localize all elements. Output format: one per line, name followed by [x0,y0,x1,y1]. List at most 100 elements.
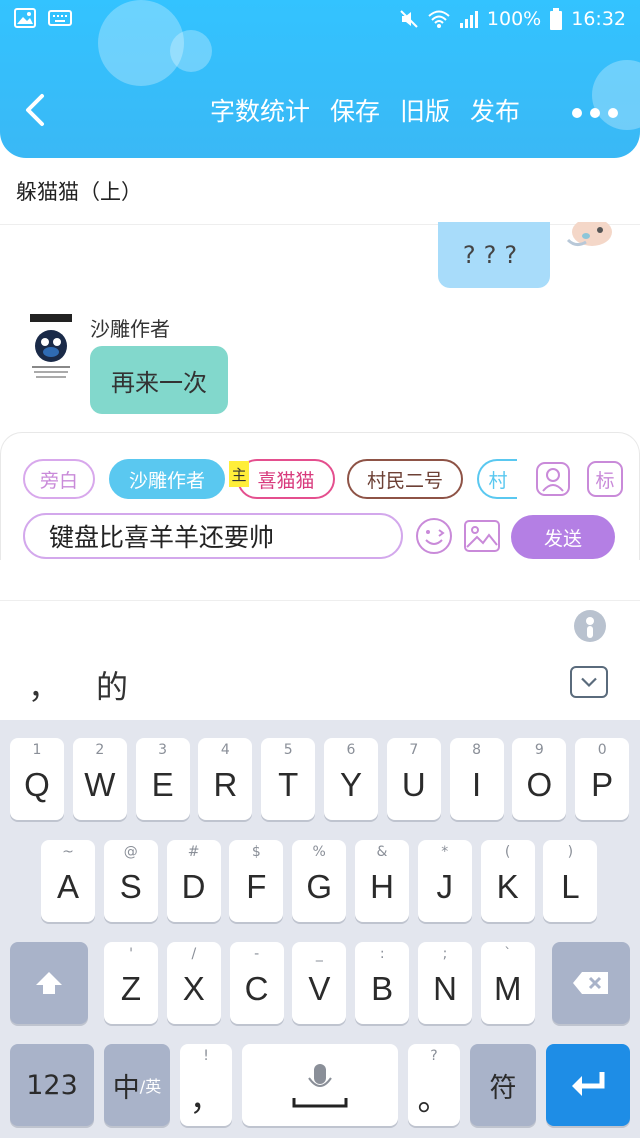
key-alt-label: ; [442,946,448,962]
key-z[interactable]: ' Z [104,942,158,1024]
numeric-key-label: 123 [26,1069,78,1101]
key-r[interactable]: 4R [198,738,253,820]
role-chip-villager-two[interactable]: 村民二号 [347,459,463,499]
key-g[interactable]: % G [292,840,347,922]
microphone-icon [292,1064,348,1108]
avatar[interactable] [556,222,620,252]
back-arrow-icon[interactable] [18,90,54,130]
avatar[interactable] [26,312,76,380]
key-alt-label: % [312,844,326,860]
period-key-label: 。 [417,1080,451,1117]
key-label: X [182,970,205,1007]
screen: 100% 16:32 字数统计 保存 旧版 发布 躲猫猫（上） ??? 沙雕作者… [0,0,640,1138]
more-icon[interactable] [572,108,618,118]
signal-icon [459,11,478,28]
comma-key[interactable]: ! ， [180,1044,232,1126]
key-s[interactable]: @ S [103,840,158,922]
key-l[interactable]: ) L [543,840,598,922]
language-switch-key[interactable]: 中/英 [104,1044,170,1126]
numeric-key[interactable]: 123 [10,1044,94,1126]
key-label: M [494,970,522,1007]
divider [0,600,640,601]
key-label: D [181,868,206,905]
key-label: Q [24,766,50,803]
collapse-keyboard-icon[interactable] [570,666,608,698]
symbol-key[interactable]: 符 [470,1044,536,1126]
message-input[interactable]: 键盘比喜羊羊还要帅 [23,513,403,559]
key-label: T [278,766,299,803]
key-alt-label: ' [129,946,133,962]
key-alt-label: / [191,946,197,962]
clock: 16:32 [571,8,626,30]
language-key-sub: /英 [139,1077,162,1096]
key-n[interactable]: ; N [418,942,472,1024]
key-label: O [526,766,553,803]
key-alt-label: $ [251,844,261,860]
tag-button[interactable]: 标 [587,461,623,497]
period-key[interactable]: ? 。 [408,1044,460,1126]
key-i[interactable]: 8I [449,738,504,820]
shift-key[interactable] [10,942,88,1024]
role-chip-ximaomao[interactable]: 喜猫猫 [237,459,335,499]
candidate-de[interactable]: 的 [96,662,128,708]
emoji-icon[interactable] [415,517,453,555]
role-chip-author[interactable]: 沙雕作者 [109,459,225,499]
key-label: A [56,868,79,905]
key-v[interactable]: _ V [292,942,347,1024]
ime-candidate-bar: ， 的 [0,602,640,720]
word-count-button[interactable]: 字数统计 [210,92,310,128]
key-h[interactable]: & H [355,840,409,922]
key-b[interactable]: :B [355,942,410,1024]
person-card-icon[interactable] [535,461,571,497]
key-y[interactable]: 6Y [324,738,378,820]
key-label: S [119,868,142,905]
backspace-key[interactable] [552,942,630,1024]
header-actions: 字数统计 保存 旧版 发布 [210,92,520,128]
key-k[interactable]: (K [480,840,535,922]
key-alt-label: 3 [158,742,168,758]
role-chip-villager[interactable]: 村 [477,459,517,499]
key-label: Z [120,970,142,1007]
key-label: E [151,766,174,803]
send-button[interactable]: 发送 [511,515,615,559]
key-t[interactable]: 5T [261,738,316,820]
key-c[interactable]: -C [229,942,284,1024]
key-alt-label: 1 [32,742,42,758]
message-bubble-right[interactable]: ??? [438,222,550,288]
role-chip-narrator[interactable]: 旁白 [23,459,95,499]
key-p[interactable]: 0P [575,738,630,820]
publish-button[interactable]: 发布 [470,92,520,128]
key-x[interactable]: / X [166,942,221,1024]
key-f[interactable]: $ F [229,840,284,922]
key-alt-label: ` [504,946,512,962]
key-u[interactable]: 7U [386,738,441,820]
title-bar: 字数统计 保存 旧版 发布 [0,80,640,140]
key-alt-label: 8 [472,742,482,758]
key-o[interactable]: 9O [512,738,567,820]
picture-icon[interactable] [463,517,501,555]
composer-panel: 旁白 沙雕作者 喜猫猫 主 村民二号 村 标 键盘比喜羊羊还要帅 发送 [0,432,640,560]
candidate-comma[interactable]: ， [28,662,60,708]
save-button[interactable]: 保存 [330,92,380,128]
key-alt-label: ~ [62,844,74,860]
key-d[interactable]: # D [166,840,221,922]
key-w[interactable]: 2W [72,738,127,820]
key-alt-label: 6 [346,742,356,758]
key-m[interactable]: ` M [480,942,535,1024]
key-label: P [591,766,614,803]
key-alt-label: 7 [409,742,419,758]
key-alt-label: 5 [283,742,293,758]
message-bubble-left[interactable]: 再来一次 [90,346,228,414]
space-key[interactable] [242,1044,398,1126]
key-alt-label: ( [504,844,511,860]
key-q[interactable]: 1Q [10,738,64,820]
battery-level: 100% [486,8,542,30]
enter-key[interactable] [546,1044,630,1126]
key-j[interactable]: * J [417,840,472,922]
key-a[interactable]: ~ A [41,840,95,922]
key-e[interactable]: 3E [135,738,190,820]
ime-logo-icon[interactable] [572,606,608,642]
old-version-button[interactable]: 旧版 [400,92,450,128]
key-label: N [433,970,457,1007]
shift-icon [36,972,62,994]
